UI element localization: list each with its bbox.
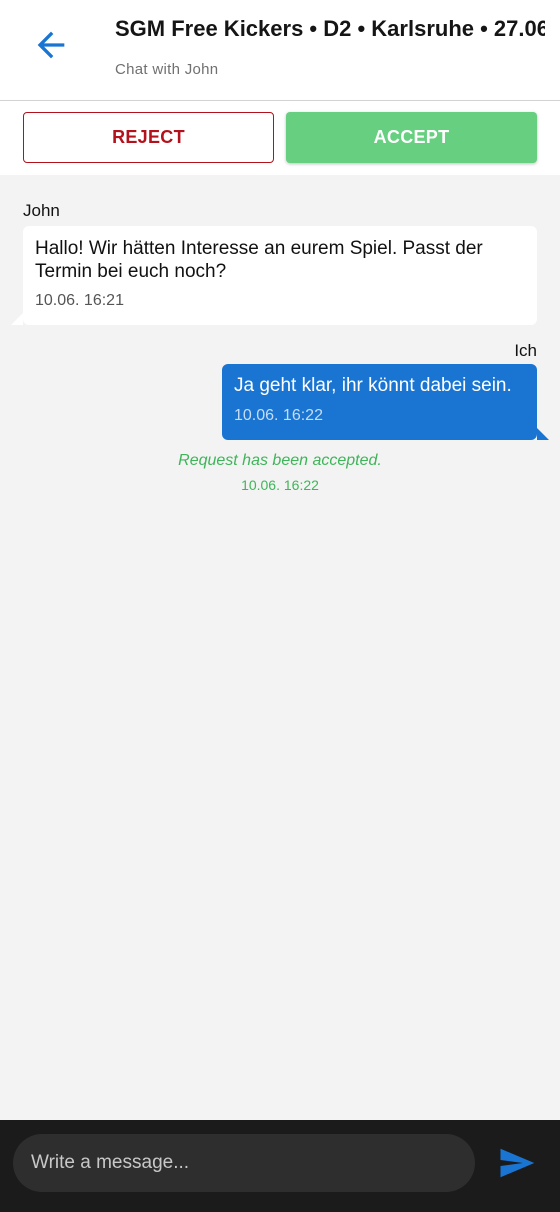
request-status-timestamp: 10.06. 16:22: [241, 477, 319, 493]
request-status-text: Request has been accepted.: [178, 452, 382, 469]
outgoing-message-bubble: Ja geht klar, ihr könnt dabei sein. 10.0…: [222, 364, 549, 440]
bubble-tail: [537, 428, 549, 440]
page-subtitle: Chat with John: [115, 61, 219, 78]
message-text: Ja geht klar, ihr könnt dabei sein.: [234, 375, 512, 396]
request-actions-bar: REJECT ACCEPT: [0, 101, 560, 175]
message-sender-name: John: [23, 201, 60, 220]
page-title: SGM Free Kickers • D2 • Karlsruhe • 27.0…: [115, 16, 545, 41]
message-text: Hallo! Wir hätten Interesse an eurem Spi…: [35, 238, 483, 282]
bubble-tail: [11, 313, 23, 325]
accept-button[interactable]: ACCEPT: [286, 112, 537, 163]
message-sender-name: Ich: [514, 341, 537, 360]
arrow-left-icon: [37, 31, 65, 59]
message-composer: [0, 1120, 560, 1212]
app-header: SGM Free Kickers • D2 • Karlsruhe • 27.0…: [0, 0, 560, 101]
message-input[interactable]: [13, 1134, 475, 1192]
message-timestamp: 10.06. 16:21: [35, 292, 124, 309]
message-timestamp: 10.06. 16:22: [234, 407, 323, 424]
incoming-message-bubble: Hallo! Wir hätten Interesse an eurem Spi…: [11, 226, 537, 325]
send-icon: [500, 1148, 535, 1178]
send-button[interactable]: [496, 1146, 538, 1180]
back-button[interactable]: [28, 24, 74, 66]
reject-button[interactable]: REJECT: [23, 112, 274, 163]
